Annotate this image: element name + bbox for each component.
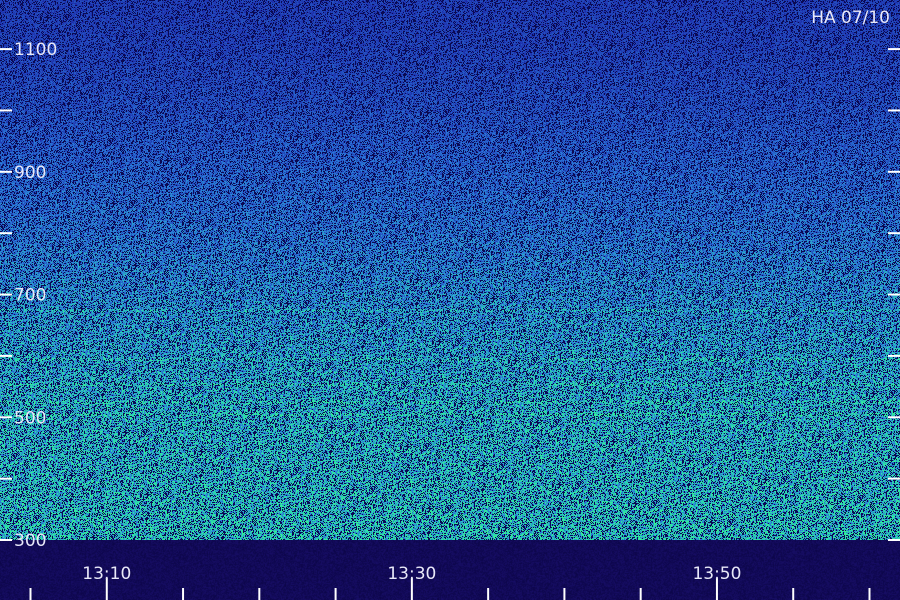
x-axis-ticks: [29, 578, 871, 600]
y-tick-label: 900: [14, 163, 46, 183]
y-tick-label: 300: [14, 531, 46, 551]
x-axis-labels: 13:10 13:30 13:50: [82, 564, 741, 584]
spectrogram-chart: 1100 900 700 500 300 13:10 13:30 13:50 HA 07/1…: [0, 0, 900, 600]
y-tick-label: 1100: [14, 40, 57, 60]
station-label: HA 07/10: [811, 8, 890, 28]
y-axis-labels: 1100 900 700 500 300: [14, 40, 57, 551]
y-tick-label: 700: [14, 286, 46, 306]
y-tick-label: 500: [14, 408, 46, 428]
x-tick-label: 13:30: [387, 564, 436, 584]
y-axis-left-ticks: [0, 48, 12, 541]
axis-overlay: 1100 900 700 500 300 13:10 13:30 13:50 HA 07/1…: [0, 8, 900, 600]
x-tick-label: 13:10: [82, 564, 131, 584]
y-axis-right-ticks: [888, 48, 900, 541]
x-tick-label: 13:50: [692, 564, 741, 584]
